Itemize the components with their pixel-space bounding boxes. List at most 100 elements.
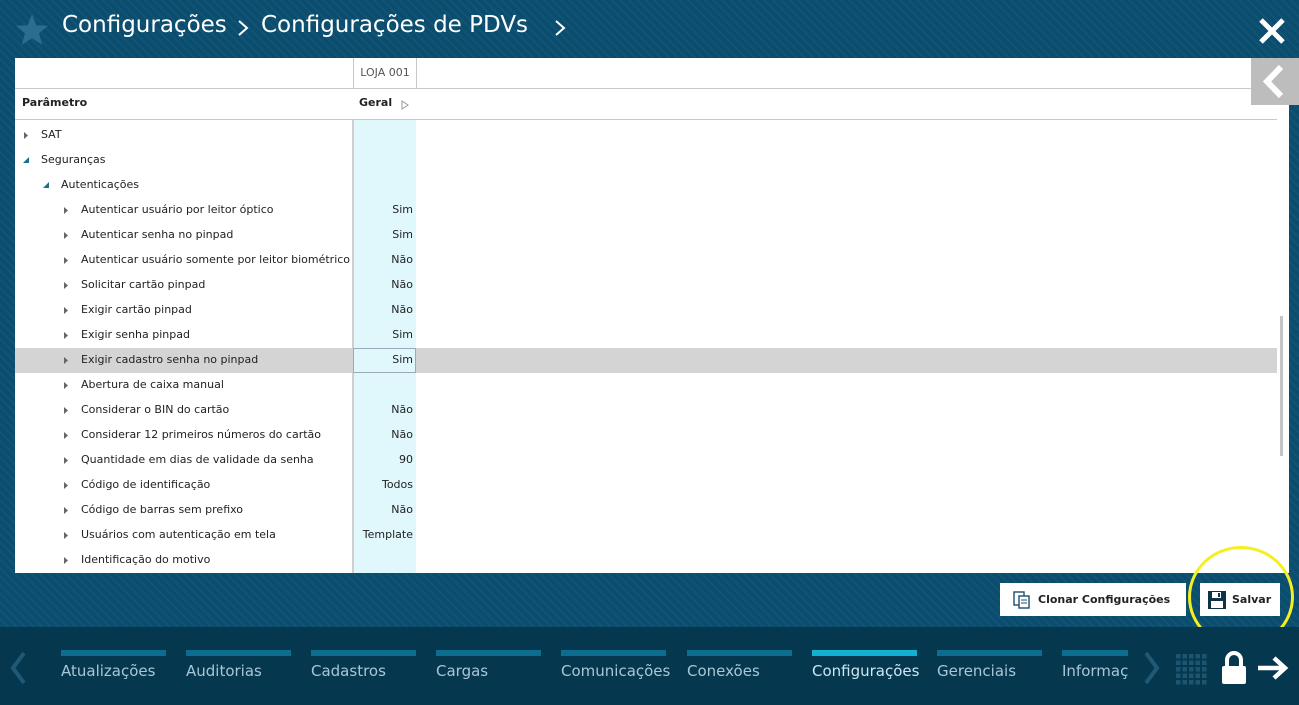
collapsed-triangle-icon[interactable] <box>62 256 70 265</box>
clone-icon <box>1013 590 1030 609</box>
collapse-panel-button[interactable] <box>1251 58 1299 105</box>
nav-tab[interactable]: Configurações <box>812 650 919 690</box>
collapsed-triangle-icon[interactable] <box>62 381 70 390</box>
header-divider <box>15 88 1277 89</box>
grid-icon[interactable] <box>1175 653 1208 686</box>
row-label: Exigir cadastro senha no pinpad <box>81 353 259 366</box>
nav-tab[interactable]: Informaç <box>1062 650 1128 690</box>
value-column-header[interactable]: Geral <box>359 96 392 109</box>
row-label: Autenticar usuário somente por leitor bi… <box>81 253 351 266</box>
row-value[interactable]: Sim <box>353 328 413 341</box>
nav-tab-indicator <box>436 650 541 656</box>
nav-tab[interactable]: Auditorias <box>186 650 291 690</box>
table-row[interactable]: Autenticações <box>15 173 1277 198</box>
row-value[interactable]: Template <box>353 528 413 541</box>
collapsed-triangle-icon[interactable] <box>62 331 70 340</box>
nav-tab[interactable]: Cadastros <box>311 650 416 690</box>
collapsed-triangle-icon[interactable] <box>62 431 70 440</box>
row-value[interactable]: Não <box>353 403 413 416</box>
table-row[interactable]: Solicitar cartão pinpad Não <box>15 273 1277 298</box>
breadcrumb-item-pdv-settings[interactable]: Configurações de PDVs <box>261 12 528 38</box>
table-row[interactable]: Autenticar usuário somente por leitor bi… <box>15 248 1277 273</box>
nav-tab[interactable]: Comunicações <box>561 650 670 690</box>
save-button[interactable]: Salvar <box>1200 583 1280 616</box>
nav-tab-indicator <box>687 650 792 656</box>
table-row[interactable]: Seguranças <box>15 148 1277 173</box>
row-value[interactable]: Não <box>353 278 413 291</box>
collapsed-triangle-icon[interactable] <box>62 206 70 215</box>
header: Configurações Configurações de PDVs <box>0 0 1299 58</box>
expanded-triangle-icon[interactable] <box>42 181 50 190</box>
row-value[interactable]: Sim <box>353 203 413 216</box>
collapsed-triangle-icon[interactable] <box>62 406 70 415</box>
nav-tab[interactable]: Atualizações <box>61 650 166 690</box>
close-icon[interactable] <box>1257 16 1287 46</box>
table-row[interactable]: Exigir senha pinpad Sim <box>15 323 1277 348</box>
collapsed-triangle-icon[interactable] <box>62 506 70 515</box>
arrow-right-icon[interactable] <box>1256 655 1289 681</box>
row-value[interactable]: Não <box>353 303 413 316</box>
table-row[interactable]: Código de barras sem prefixo Não <box>15 498 1277 523</box>
table-row[interactable]: Quantidade em dias de validade da senha 9… <box>15 448 1277 473</box>
row-label: SAT <box>41 128 62 141</box>
triangle-right-icon[interactable] <box>401 100 409 110</box>
nav-tab[interactable]: Gerenciais <box>937 650 1042 690</box>
collapsed-triangle-icon[interactable] <box>62 356 70 365</box>
nav-tab-indicator <box>61 650 166 656</box>
nav-tab-label: Informaç <box>1062 662 1128 680</box>
collapsed-triangle-icon[interactable] <box>62 281 70 290</box>
table-row[interactable]: Autenticar usuário por leitor óptico Sim <box>15 198 1277 223</box>
collapsed-triangle-icon[interactable] <box>62 481 70 490</box>
table-row[interactable]: Identificação do motivo <box>15 548 1277 573</box>
collapsed-triangle-icon[interactable] <box>62 306 70 315</box>
row-value[interactable]: Não <box>353 503 413 516</box>
table-row[interactable]: Considerar 12 primeiros números do cartã… <box>15 423 1277 448</box>
row-value[interactable]: Não <box>353 253 413 266</box>
nav-tab-indicator <box>311 650 416 656</box>
row-value[interactable]: Não <box>353 428 413 441</box>
table-row[interactable]: Usuários com autenticação em tela Templat… <box>15 523 1277 548</box>
table-row[interactable]: Considerar o BIN do cartão Não <box>15 398 1277 423</box>
expanded-triangle-icon[interactable] <box>22 156 30 165</box>
collapsed-triangle-icon[interactable] <box>62 456 70 465</box>
table-row[interactable]: Exigir cadastro senha no pinpad Sim <box>15 348 1277 373</box>
table-row[interactable]: Exigir cartão pinpad Não <box>15 298 1277 323</box>
nav-prev-icon[interactable] <box>8 650 30 686</box>
floppy-disk-icon <box>1208 590 1226 609</box>
collapsed-triangle-icon[interactable] <box>62 556 70 565</box>
row-label: Identificação do motivo <box>81 553 211 566</box>
table-row[interactable]: Código de identificação Todos <box>15 473 1277 498</box>
nav-tab-label: Atualizações <box>61 662 156 680</box>
chevron-right-icon[interactable] <box>553 14 567 42</box>
lock-icon[interactable] <box>1220 651 1248 685</box>
row-label: Código de barras sem prefixo <box>81 503 244 516</box>
table-row[interactable]: Abertura de caixa manual <box>15 373 1277 398</box>
nav-tab[interactable]: Conexões <box>687 650 792 690</box>
row-value[interactable]: Todos <box>353 478 413 491</box>
row-label: Exigir cartão pinpad <box>81 303 192 316</box>
breadcrumb-item-settings[interactable]: Configurações <box>62 12 227 38</box>
nav-tab-indicator <box>561 650 666 656</box>
row-value[interactable]: 90 <box>353 453 413 466</box>
parameter-column-header[interactable]: Parâmetro <box>22 96 87 109</box>
nav-tab-indicator <box>1062 650 1128 656</box>
collapsed-triangle-icon[interactable] <box>62 531 70 540</box>
nav-tab-indicator <box>186 650 291 656</box>
nav-next-icon[interactable] <box>1140 650 1162 686</box>
chevron-right-icon <box>238 20 249 36</box>
row-value[interactable]: Sim <box>353 353 413 366</box>
scrollbar-thumb[interactable] <box>1280 316 1283 456</box>
nav-tab-label: Conexões <box>687 662 760 680</box>
nav-tab-label: Cadastros <box>311 662 386 680</box>
star-icon[interactable] <box>14 12 50 48</box>
clone-settings-button[interactable]: Clonar Configurações <box>1000 583 1186 616</box>
table-row[interactable]: SAT <box>15 123 1277 148</box>
collapsed-triangle-icon[interactable] <box>62 231 70 240</box>
row-label: Autenticações <box>61 178 139 191</box>
nav-tab-label: Comunicações <box>561 662 671 680</box>
table-row[interactable]: Autenticar senha no pinpad Sim <box>15 223 1277 248</box>
nav-tab-indicator <box>937 650 1042 656</box>
nav-tab[interactable]: Cargas <box>436 650 541 690</box>
collapsed-triangle-icon[interactable] <box>22 131 30 140</box>
row-value[interactable]: Sim <box>353 228 413 241</box>
